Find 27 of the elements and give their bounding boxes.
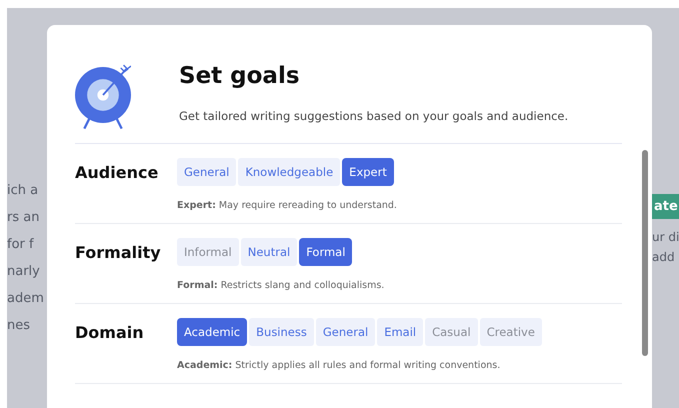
dialog-title: Set goals [179, 63, 301, 89]
action-button[interactable]: ate [652, 194, 679, 219]
background-text: ich a [7, 182, 40, 200]
option-button[interactable]: Knowledgeable [238, 158, 340, 186]
scrollbar[interactable] [642, 150, 648, 356]
background-text: narly [7, 263, 41, 281]
section-label: Formality [75, 242, 162, 262]
background-text: nes [7, 317, 32, 335]
background-text: ur di [652, 229, 679, 246]
option-button[interactable]: Academic [177, 318, 248, 346]
option-button[interactable]: General [316, 318, 376, 346]
option-button[interactable]: Neutral [240, 238, 298, 266]
section-label: Audience [75, 162, 160, 182]
option-button[interactable]: Formal [299, 238, 352, 266]
background-text: for f [7, 236, 35, 254]
background-text: rs an [7, 209, 40, 227]
option-description: Expert: May require rereading to understand. [177, 200, 398, 211]
background-text: adem [7, 290, 45, 308]
section-label: Domain [75, 322, 145, 342]
option-button[interactable]: Business [249, 318, 314, 346]
option-button[interactable]: General [177, 158, 236, 186]
option-description: Academic: Strictly applies all rules and formal writing conventions. [177, 360, 502, 371]
option-button[interactable]: Email [377, 318, 424, 346]
option-description: Formal: Restricts slang and colloquialisms. [177, 280, 386, 291]
background-text: add [652, 249, 676, 266]
dialog-subtitle: Get tailored writing suggestions based on your goals and audience. [179, 109, 568, 123]
option-button[interactable]: Expert [342, 158, 394, 186]
